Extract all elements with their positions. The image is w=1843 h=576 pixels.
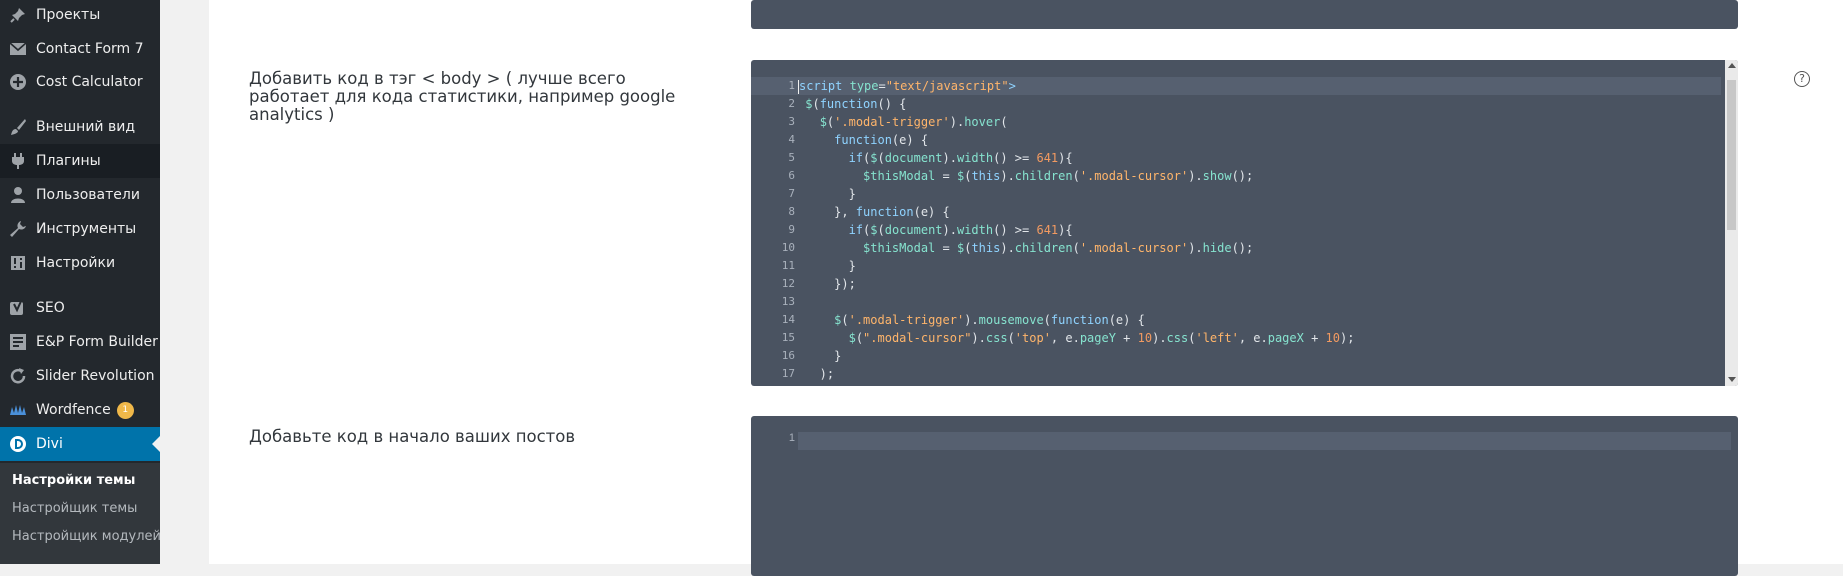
- paintbrush-icon: [0, 118, 36, 136]
- sidebar-item-label: Slider Revolution: [36, 368, 155, 384]
- line-number: 15: [781, 331, 795, 344]
- sidebar-item-projects[interactable]: Проекты: [0, 0, 160, 32]
- sidebar-item-label: Contact Form 7: [36, 41, 144, 57]
- plug-icon: [0, 152, 36, 170]
- code-line: 11 }: [751, 257, 1721, 275]
- sidebar-item-cost-calculator[interactable]: Cost Calculator: [0, 65, 160, 99]
- admin-sidebar: Проекты Contact Form 7 Cost Calculator В…: [0, 0, 161, 564]
- code-line: 2 $(function() {: [751, 95, 1721, 113]
- line-number: 12: [781, 277, 795, 290]
- mail-icon: [0, 42, 36, 56]
- user-icon: [0, 186, 36, 204]
- code-line: 16 }: [751, 347, 1721, 365]
- sidebar-item-seo[interactable]: SEO: [0, 291, 160, 325]
- line-number: 17: [781, 367, 795, 380]
- sidebar-item-wordfence[interactable]: Wordfence 1: [0, 393, 160, 427]
- line-number: 14: [781, 313, 795, 326]
- code-line: 4 function(e) {: [751, 131, 1721, 149]
- line-number: 16: [781, 349, 795, 362]
- code-line: 1: [751, 432, 1731, 450]
- submenu-item-module-customizer[interactable]: Настройщик модулей: [12, 529, 161, 544]
- line-number: 7: [788, 187, 795, 200]
- sidebar-item-label: Пользователи: [36, 187, 140, 203]
- sidebar-item-label: Проекты: [36, 7, 101, 23]
- body-code-label: Добавить код в тэг < body > ( лучше всег…: [249, 69, 676, 124]
- line-number: 4: [788, 133, 795, 146]
- code-line: 10 $thisModal = $(this).children('.modal…: [751, 239, 1721, 257]
- code-line: 13: [751, 293, 1721, 311]
- sidebar-item-label: Плагины: [36, 153, 101, 169]
- code-line: 8 }, function(e) {: [751, 203, 1721, 221]
- wordfence-icon: [0, 401, 36, 419]
- wrench-icon: [0, 220, 36, 238]
- line-number: 1: [788, 79, 795, 92]
- line-number: 10: [781, 241, 795, 254]
- code-line: 3 $('.modal-trigger').hover(: [751, 113, 1721, 131]
- body-code-editor[interactable]: 1 script type="text/javascript"> 2 $(func…: [751, 60, 1738, 386]
- code-line: 12 });: [751, 275, 1721, 293]
- sidebar-item-label: Cost Calculator: [36, 74, 143, 90]
- sidebar-item-ep-form-builder[interactable]: E&P Form Builder: [0, 325, 160, 359]
- pin-icon: [0, 6, 36, 24]
- code-line: 14 $('.modal-trigger').mousemove(functio…: [751, 311, 1721, 329]
- active-line-highlight: [798, 432, 1731, 450]
- settings-icon: [0, 254, 36, 272]
- sidebar-item-label: SEO: [36, 300, 65, 316]
- line-number: 8: [788, 205, 795, 218]
- line-number: 11: [781, 259, 795, 272]
- yoast-icon: [0, 299, 36, 317]
- sidebar-item-plugins[interactable]: Плагины: [0, 144, 160, 178]
- code-line: 15 $(".modal-cursor").css('top', e.pageY…: [751, 329, 1721, 347]
- code-line: 5 if($(document).width() >= 641){: [751, 149, 1721, 167]
- sidebar-item-label: Инструменты: [36, 221, 137, 237]
- refresh-icon: [0, 367, 36, 385]
- line-number: 1: [788, 432, 795, 444]
- submenu-item-theme-customizer[interactable]: Настройщик темы: [12, 501, 137, 516]
- sidebar-item-label: Wordfence: [36, 402, 111, 418]
- line-number: 5: [788, 151, 795, 164]
- code-line: 7 }: [751, 185, 1721, 203]
- scrollbar-thumb[interactable]: [1727, 80, 1736, 230]
- scroll-down-arrow-icon[interactable]: [1728, 377, 1736, 382]
- sidebar-item-label: E&P Form Builder: [36, 334, 158, 350]
- code-line: 17 );: [751, 365, 1721, 383]
- divi-icon: [0, 435, 36, 453]
- notification-badge: 1: [116, 401, 134, 419]
- plus-circle-icon: [0, 73, 36, 91]
- sidebar-item-label: Внешний вид: [36, 119, 136, 135]
- sidebar-item-settings[interactable]: Настройки: [0, 246, 160, 280]
- line-number: 2: [788, 97, 795, 110]
- code-line: 6 $thisModal = $(this).children('.modal-…: [751, 167, 1721, 185]
- code-line: 9 if($(document).width() >= 641){: [751, 221, 1721, 239]
- code-line: 1 script type="text/javascript">: [751, 77, 1721, 95]
- help-icon[interactable]: ?: [1794, 71, 1810, 87]
- active-menu-arrow: [152, 436, 160, 452]
- submenu-item-theme-options[interactable]: Настройки темы: [12, 473, 135, 488]
- form-icon: [0, 333, 36, 351]
- line-number: 3: [788, 115, 795, 128]
- sidebar-item-users[interactable]: Пользователи: [0, 178, 160, 212]
- sidebar-item-divi[interactable]: Divi: [0, 427, 160, 461]
- sidebar-item-contact-form-7[interactable]: Contact Form 7: [0, 32, 160, 66]
- line-number: 9: [788, 223, 795, 236]
- sidebar-item-appearance[interactable]: Внешний вид: [0, 110, 160, 144]
- posts-top-code-editor[interactable]: 1: [751, 416, 1738, 576]
- sidebar-item-label: Настройки: [36, 255, 116, 271]
- divi-submenu: Настройки темы Настройщик темы Настройщи…: [0, 463, 161, 564]
- code-area[interactable]: 1 script type="text/javascript"> 2 $(func…: [751, 77, 1721, 383]
- code-editor-previous[interactable]: [751, 0, 1738, 29]
- sidebar-item-slider-revolution[interactable]: Slider Revolution: [0, 359, 160, 393]
- sidebar-item-label: Divi: [36, 436, 63, 452]
- posts-top-code-label: Добавьте код в начало ваших постов: [249, 427, 576, 446]
- editor-scrollbar[interactable]: [1725, 60, 1738, 386]
- scroll-up-arrow-icon[interactable]: [1728, 63, 1736, 68]
- line-number: 6: [788, 169, 795, 182]
- sidebar-item-tools[interactable]: Инструменты: [0, 212, 160, 246]
- line-number: 13: [781, 295, 795, 308]
